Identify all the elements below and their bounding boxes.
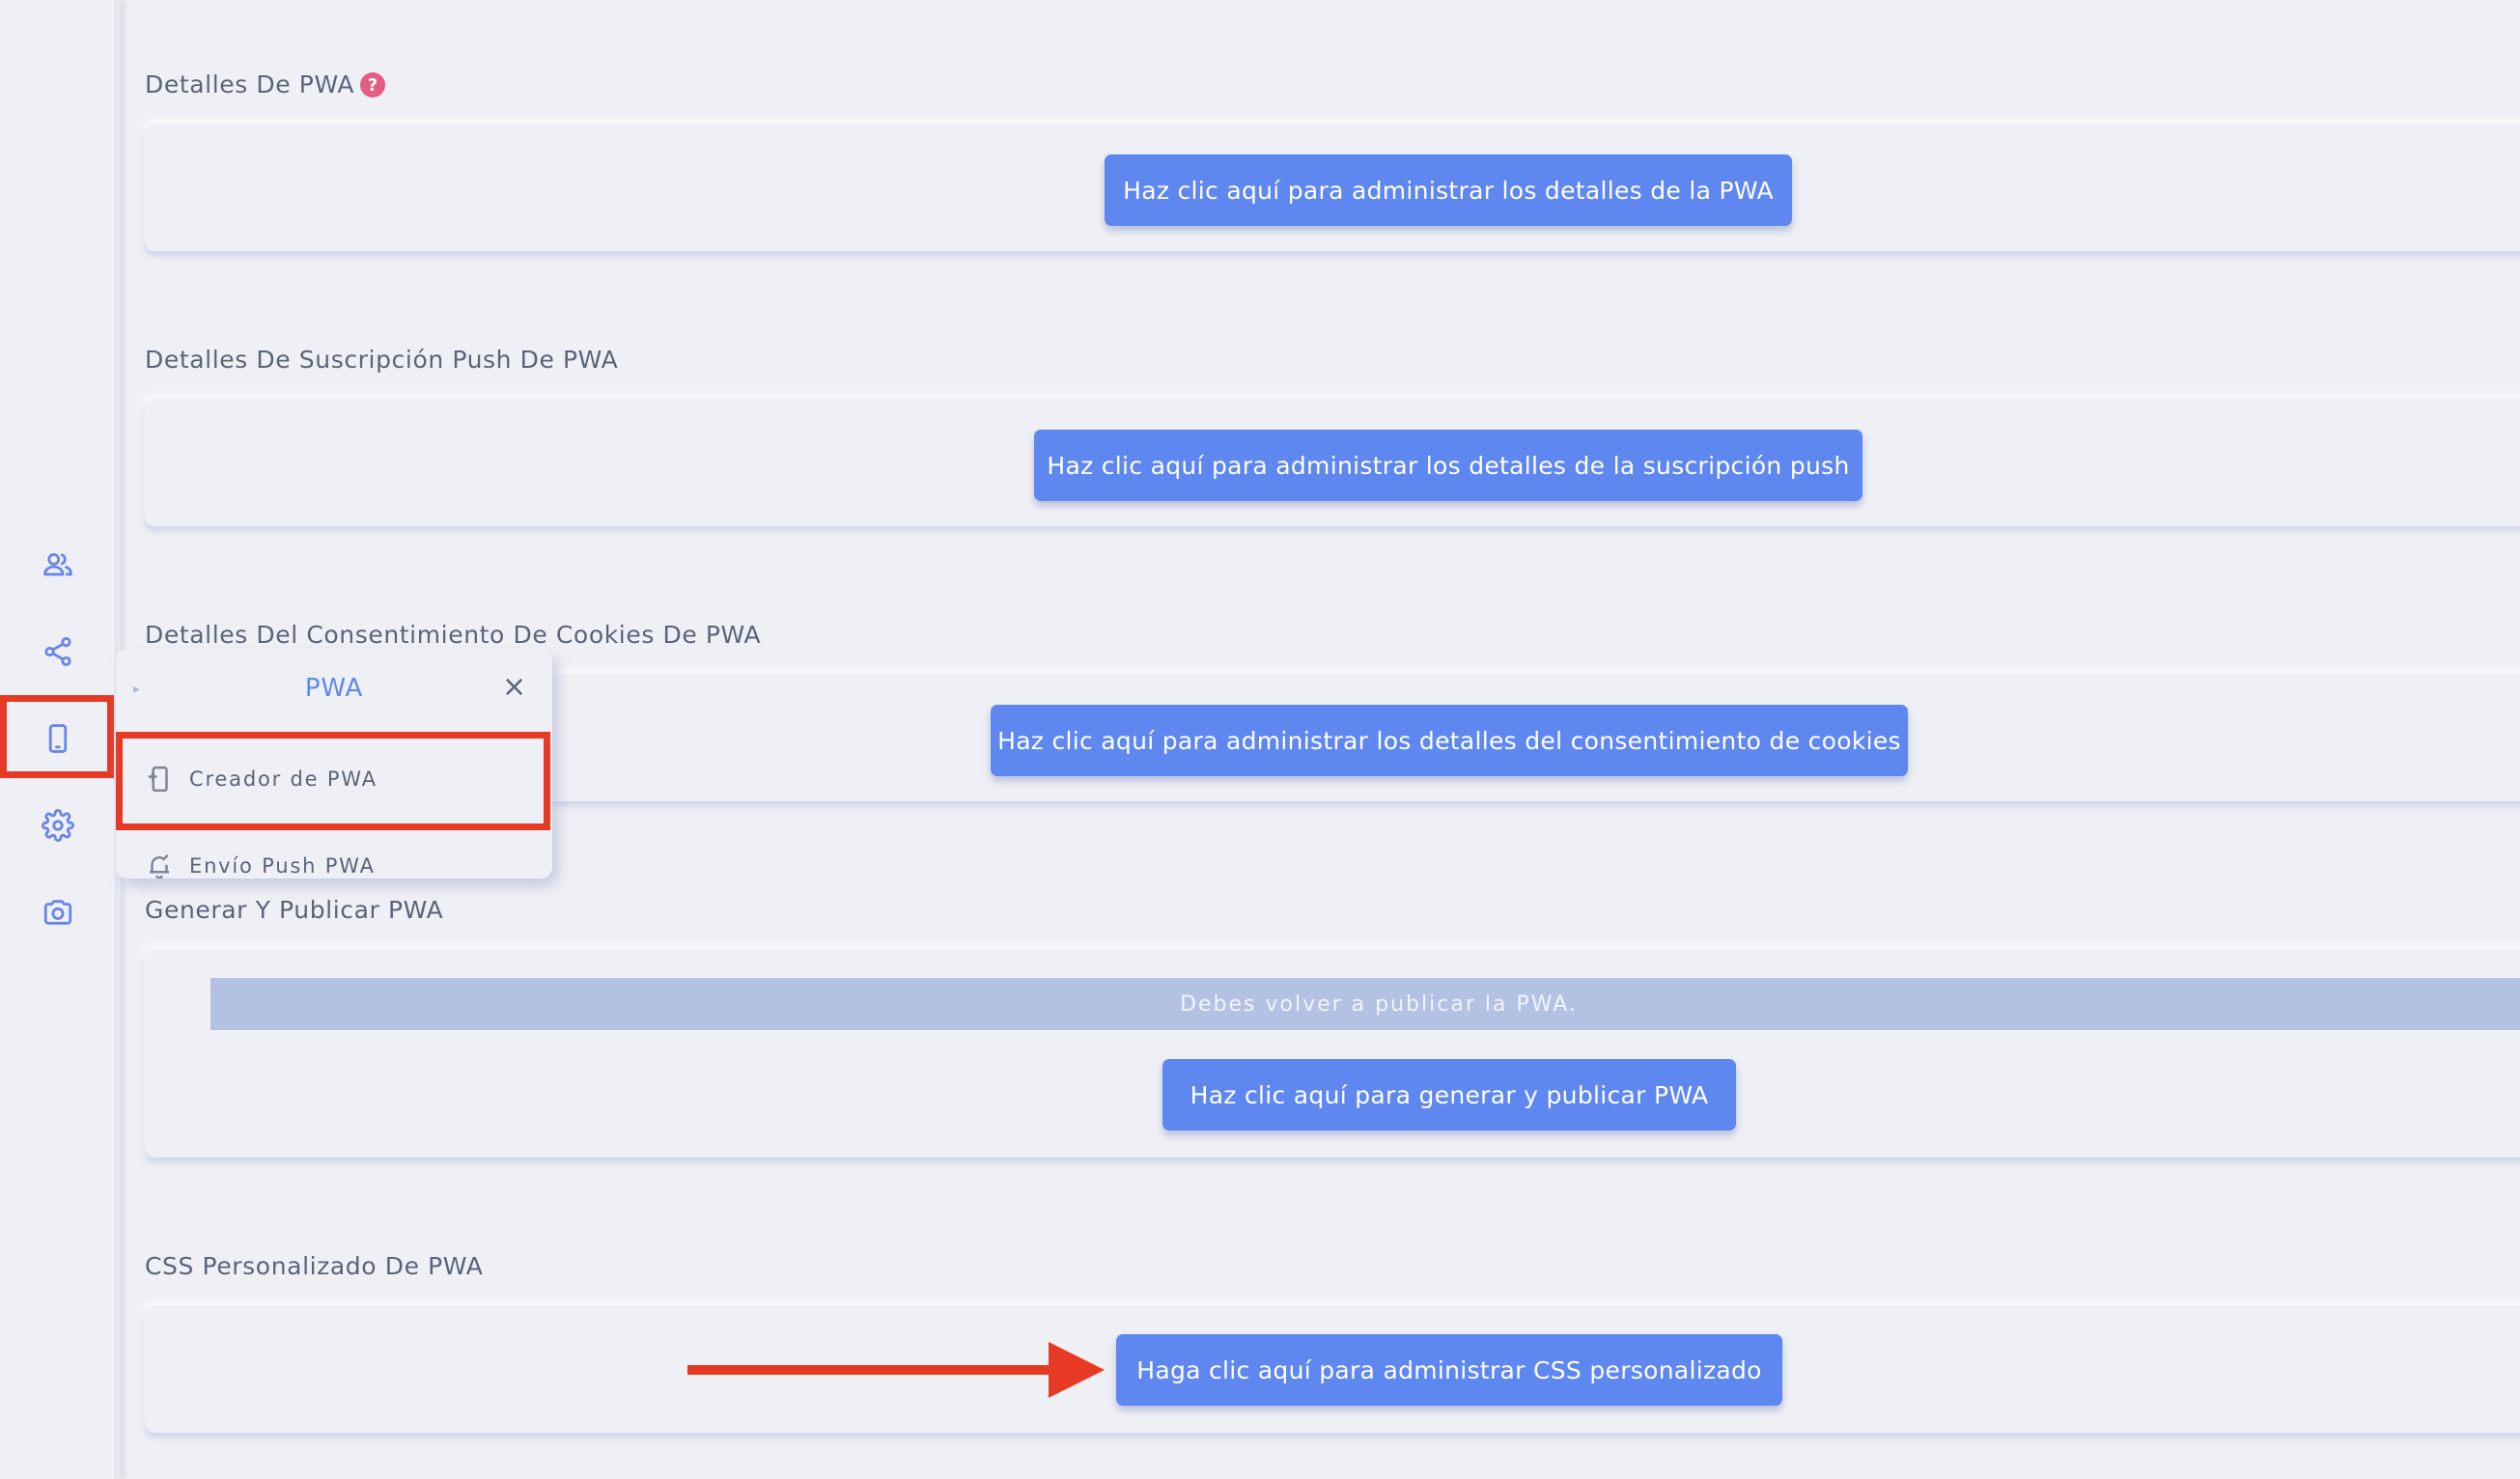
custom-css-button[interactable]: Haga clic aquí para administrar CSS pers… xyxy=(1116,1334,1782,1406)
share-icon[interactable] xyxy=(37,630,79,673)
publish-button[interactable]: Haz clic aquí para generar y publicar PW… xyxy=(1162,1059,1736,1130)
camera-icon[interactable] xyxy=(37,891,79,934)
section-title-publish: Generar Y Publicar PWA xyxy=(145,896,444,924)
card-custom-css: Haga clic aquí para administrar CSS pers… xyxy=(145,1305,2520,1433)
section-title-cookie-details: Detalles Del Consentimiento De Cookies D… xyxy=(145,621,762,649)
republish-notice: Debes volver a publicar la PWA. xyxy=(210,978,2520,1030)
cookie-details-button[interactable]: Haz clic aquí para administrar los detal… xyxy=(991,705,1908,776)
section-title-push-details: Detalles De Suscripción Push De PWA xyxy=(145,346,619,374)
popup-title: PWA xyxy=(304,674,364,703)
annotation-arrow xyxy=(687,1342,1105,1398)
annotation-highlight-builder xyxy=(116,732,550,830)
push-details-button[interactable]: Haz clic aquí para administrar los detal… xyxy=(1034,430,1862,501)
menu-item-label: Envío Push PWA xyxy=(189,854,376,878)
bell-icon xyxy=(150,853,169,879)
help-icon[interactable]: ? xyxy=(360,72,385,98)
section-title-pwa-details: Detalles De PWA xyxy=(145,70,355,98)
card-push-details: Haz clic aquí para administrar los detal… xyxy=(145,399,2520,526)
section-title-custom-css: CSS Personalizado De PWA xyxy=(145,1252,484,1280)
close-icon[interactable]: × xyxy=(502,670,526,704)
annotation-highlight-mobile xyxy=(0,695,114,778)
pwa-details-button[interactable]: Haz clic aquí para administrar los detal… xyxy=(1105,154,1792,226)
users-icon[interactable] xyxy=(37,544,79,586)
popup-header: ▸ PWA × xyxy=(116,649,552,736)
card-pwa-details: Haz clic aquí para administrar los detal… xyxy=(145,124,2520,251)
menu-item-pwa-push[interactable]: Envío Push PWA xyxy=(145,851,376,879)
gear-icon[interactable] xyxy=(37,804,79,847)
